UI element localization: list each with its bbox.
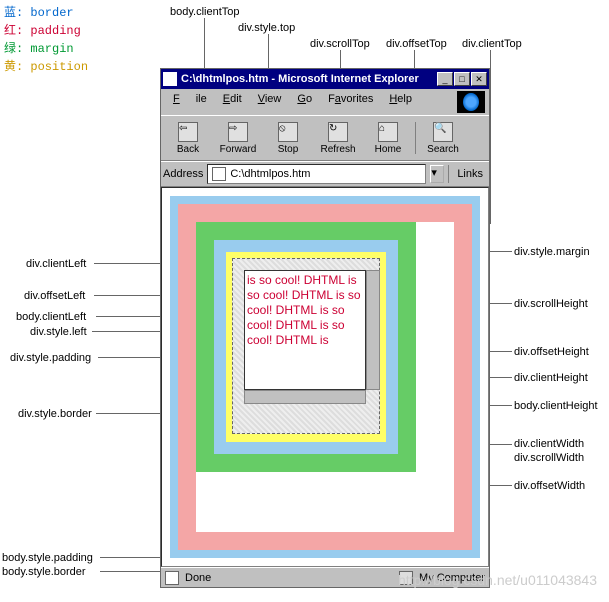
address-input[interactable]: C:\dhtmlpos.htm <box>207 164 426 184</box>
label-div-clientWidth: div.clientWidth <box>514 438 584 450</box>
label-div-style-padding: div.style.padding <box>10 352 91 364</box>
legend-yellow-cn: 黄: <box>4 60 30 74</box>
label-div-clientTop: div.clientTop <box>462 38 522 50</box>
back-button[interactable]: ⇦Back <box>163 118 213 158</box>
label-div-scrollHeight: div.scrollHeight <box>514 298 588 310</box>
menu-go[interactable]: Go <box>289 91 320 113</box>
ie-page-icon <box>163 72 177 86</box>
label-div-offsetHeight: div.offsetHeight <box>514 346 589 358</box>
label-body-style-padding: body.style.padding <box>2 552 93 564</box>
label-body-clientLeft: body.clientLeft <box>16 311 86 323</box>
status-text: Done <box>185 572 211 584</box>
separator <box>448 165 449 183</box>
search-icon: 🔍 <box>433 122 453 142</box>
done-icon <box>165 571 179 585</box>
forward-icon: ⇨ <box>228 122 248 142</box>
legend-yellow-en: position <box>30 60 88 74</box>
label-div-style-border: div.style.border <box>18 408 92 420</box>
body-content-layer: is so cool! DHTML is so cool! DHTML is s… <box>196 222 454 532</box>
leader <box>96 316 170 317</box>
label-div-offsetWidth: div.offsetWidth <box>514 480 585 492</box>
address-value: C:\dhtmlpos.htm <box>230 168 310 180</box>
ie-logo-slot <box>457 91 485 113</box>
label-div-clientLeft: div.clientLeft <box>26 258 86 270</box>
horizontal-scrollbar[interactable] <box>244 390 366 404</box>
menu-edit[interactable]: Edit <box>215 91 250 113</box>
legend-green-cn: 绿: <box>4 42 30 56</box>
legend-blue-en: border <box>30 6 73 20</box>
address-label: Address <box>163 168 203 180</box>
back-icon: ⇦ <box>178 122 198 142</box>
minimize-button[interactable]: _ <box>437 72 453 86</box>
maximize-button[interactable]: □ <box>454 72 470 86</box>
home-icon: ⌂ <box>378 122 398 142</box>
div-inner-text: is so cool! DHTML is so cool! DHTML is s… <box>247 273 361 347</box>
menu-favorites[interactable]: Favorites <box>320 91 381 113</box>
label-body-style-border: body.style.border <box>2 566 86 578</box>
menu-help[interactable]: Help <box>381 91 420 113</box>
stop-button[interactable]: ⦸Stop <box>263 118 313 158</box>
label-div-style-margin: div.style.margin <box>514 246 590 258</box>
label-body-clientTop: body.clientTop <box>170 6 240 18</box>
page-icon <box>212 167 226 181</box>
legend-blue-cn: 蓝: <box>4 6 30 20</box>
home-button[interactable]: ⌂Home <box>363 118 413 158</box>
toolbar-separator <box>415 122 416 154</box>
legend-red-cn: 红: <box>4 24 30 38</box>
menu-file[interactable]: File <box>165 91 215 113</box>
address-dropdown-button[interactable]: ▾ <box>430 165 444 183</box>
refresh-button[interactable]: ↻Refresh <box>313 118 363 158</box>
links-button[interactable]: Links <box>453 166 487 182</box>
label-div-style-top: div.style.top <box>238 22 295 34</box>
label-div-clientHeight: div.clientHeight <box>514 372 588 384</box>
viewport: is so cool! DHTML is so cool! DHTML is s… <box>161 187 489 567</box>
search-button[interactable]: 🔍Search <box>418 118 468 158</box>
forward-button[interactable]: ⇨Forward <box>213 118 263 158</box>
legend-red-en: padding <box>30 24 80 38</box>
menu-view[interactable]: View <box>250 91 290 113</box>
div-content: is so cool! DHTML is so cool! DHTML is s… <box>244 270 366 390</box>
addressbar: Address C:\dhtmlpos.htm ▾ Links <box>161 161 489 187</box>
window-title: C:\dhtmlpos.htm - Microsoft Internet Exp… <box>181 73 437 85</box>
legend: 蓝: border 红: padding 绿: margin 黄: positi… <box>4 4 88 76</box>
refresh-icon: ↻ <box>328 122 348 142</box>
watermark: http://blog.csdn.net/u011043843 <box>398 572 597 588</box>
titlebar: C:\dhtmlpos.htm - Microsoft Internet Exp… <box>161 69 489 89</box>
label-div-scrollWidth: div.scrollWidth <box>514 452 584 464</box>
label-body-clientHeight: body.clientHeight <box>514 400 598 412</box>
label-div-offsetLeft: div.offsetLeft <box>24 290 85 302</box>
close-button[interactable]: ✕ <box>471 72 487 86</box>
ie-window: C:\dhtmlpos.htm - Microsoft Internet Exp… <box>160 68 490 588</box>
ie-logo-icon <box>463 93 479 111</box>
legend-green-en: margin <box>30 42 73 56</box>
toolbar: ⇦Back ⇨Forward ⦸Stop ↻Refresh ⌂Home 🔍Sea… <box>161 115 489 161</box>
label-div-style-left: div.style.left <box>30 326 87 338</box>
menubar: File Edit View Go Favorites Help <box>161 89 489 115</box>
leader <box>490 50 491 224</box>
label-div-offsetTop: div.offsetTop <box>386 38 447 50</box>
label-div-scrollTop: div.scrollTop <box>310 38 370 50</box>
stop-icon: ⦸ <box>278 122 298 142</box>
vertical-scrollbar[interactable] <box>366 270 380 390</box>
